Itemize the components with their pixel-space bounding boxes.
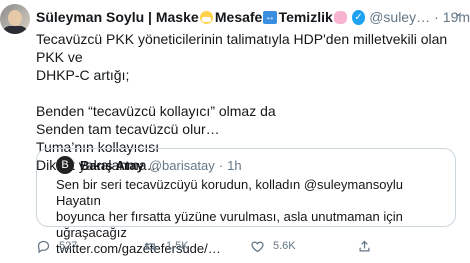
quoted-tweet[interactable]: B Barış Atay @barisatay · 1h Sen bir ser…: [36, 148, 456, 256]
tweet-line: DHKP-C artığı;: [36, 67, 130, 83]
author-avatar[interactable]: [0, 4, 30, 34]
reply-count: 527: [59, 240, 78, 252]
reply-button[interactable]: 527: [36, 239, 143, 254]
quoted-line: Sen bir seri tecavüzcüyü korudun, kollad…: [56, 177, 404, 208]
like-count: 5.6K: [273, 240, 296, 252]
tweet-actions: 527 1.5K 5.6K: [36, 236, 456, 256]
retweet-button[interactable]: 1.5K: [143, 239, 250, 254]
quoted-author-avatar: B: [56, 156, 74, 174]
soap-emoji-icon: [333, 10, 347, 24]
tweet-line: Benden “tecavüzcü kollayıcı” olmaz da: [36, 103, 276, 119]
like-button[interactable]: 5.6K: [250, 239, 357, 254]
share-button[interactable]: [357, 239, 380, 254]
quoted-tweet-time: 1h: [227, 157, 242, 173]
tweet-line: Senden tam tecavüzcü olur…: [36, 121, 220, 137]
tweet-line: Tecavüzcü PKK yöneticilerinin talimatıyl…: [36, 31, 448, 65]
avatar-suit: [2, 26, 28, 34]
tweet-header: Süleyman Soylu | Maske Mesafe ↔ Temizlik…: [36, 8, 470, 26]
quoted-tweet-header: B Barış Atay @barisatay · 1h: [56, 156, 242, 174]
separator-dot: ·: [218, 157, 224, 173]
quoted-author-handle: @barisatay: [148, 157, 215, 173]
retweet-count: 1.5K: [166, 240, 189, 252]
separator-dot: ·: [434, 9, 439, 25]
quoted-author-name: Barış Atay: [80, 157, 144, 173]
mask-emoji-icon: [199, 10, 213, 24]
left-right-arrow-emoji-icon: ↔: [263, 10, 277, 24]
share-icon: [359, 240, 370, 251]
verified-icon: ✓: [351, 9, 366, 25]
avatar-face: [8, 10, 22, 26]
like-icon: [251, 240, 264, 252]
author-name[interactable]: Süleyman Soylu | Maske: [36, 9, 199, 25]
author-handle[interactable]: @suley…: [369, 9, 430, 25]
retweet-icon: [144, 241, 157, 251]
reply-icon: [37, 240, 50, 253]
author-name-part2[interactable]: Mesafe: [215, 9, 262, 25]
more-icon[interactable]: ⌄: [452, 3, 464, 20]
author-name-part3[interactable]: Temizlik: [279, 9, 333, 25]
